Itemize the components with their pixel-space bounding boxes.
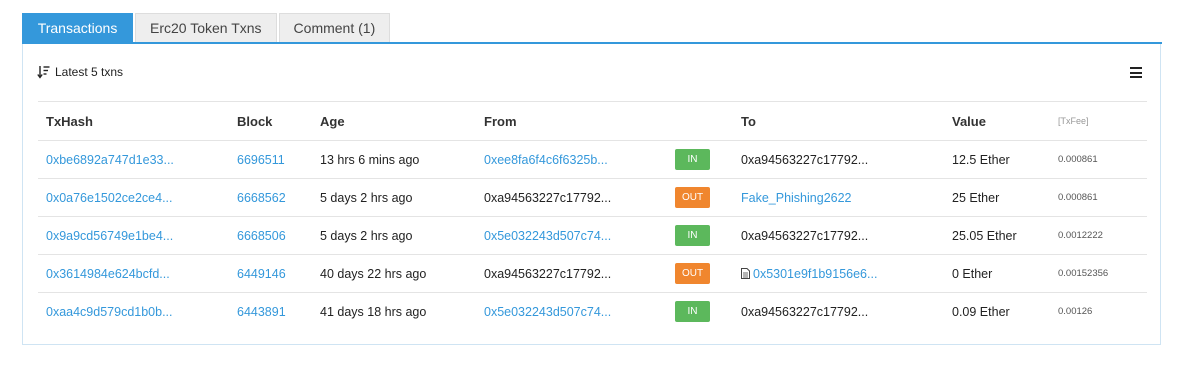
age-text: 40 days 22 hrs ago (320, 266, 427, 281)
age-text: 41 days 18 hrs ago (320, 304, 427, 319)
tab-comment[interactable]: Comment (1) (278, 13, 391, 42)
col-header-to: To (733, 101, 944, 141)
col-header-txfee: [TxFee] (1050, 101, 1147, 141)
value-text: 0.09 Ether (952, 304, 1010, 319)
contract-document-icon (741, 267, 750, 279)
direction-badge: IN (675, 149, 710, 170)
txfee-text: 0.000861 (1058, 192, 1098, 203)
col-header-direction (667, 101, 733, 141)
tab-erc20-token-txns[interactable]: Erc20 Token Txns (135, 13, 277, 42)
age-text: 13 hrs 6 mins ago (320, 152, 420, 167)
block-link[interactable]: 6449146 (237, 267, 286, 281)
block-link[interactable]: 6443891 (237, 305, 286, 319)
txhash-link[interactable]: 0x3614984e624bcfd... (46, 267, 170, 281)
block-link[interactable]: 6668562 (237, 191, 286, 205)
direction-badge: OUT (675, 187, 710, 208)
value-text: 25.05 Ether (952, 228, 1017, 243)
col-header-value: Value (944, 101, 1050, 141)
col-header-block: Block (229, 101, 312, 141)
from-address-text: 0xa94563227c17792... (484, 190, 612, 205)
to-address-text: 0xa94563227c17792... (741, 304, 869, 319)
to-address-text: 0xa94563227c17792... (741, 228, 869, 243)
txfee-text: 0.0012222 (1058, 230, 1103, 241)
txhash-link[interactable]: 0x0a76e1502ce2ce4... (46, 191, 173, 205)
to-address-link[interactable]: Fake_Phishing2622 (741, 191, 852, 205)
transactions-table: TxHash Block Age From To Value [TxFee] 0… (38, 101, 1147, 330)
age-text: 5 days 2 hrs ago (320, 190, 413, 205)
from-address-link[interactable]: 0x5e032243d507c74... (484, 229, 611, 243)
panel-toolbar: Latest 5 txns (37, 63, 1146, 83)
tab-bar: Transactions Erc20 Token Txns Comment (1… (22, 13, 392, 43)
direction-badge: IN (675, 301, 710, 322)
sort-descending-icon (37, 66, 50, 79)
tab-transactions[interactable]: Transactions (22, 13, 133, 43)
to-address-text: 0xa94563227c17792... (741, 152, 869, 167)
col-header-from: From (476, 101, 667, 141)
txfee-text: 0.000861 (1058, 154, 1098, 165)
transactions-panel: Latest 5 txns TxHash Block Age From To V… (22, 44, 1161, 345)
table-row: 0x9a9cd56749e1be4... 6668506 5 days 2 hr… (38, 216, 1147, 255)
block-link[interactable]: 6668506 (237, 229, 286, 243)
table-header-row: TxHash Block Age From To Value [TxFee] (38, 101, 1147, 141)
value-text: 25 Ether (952, 190, 1000, 205)
table-row: 0x0a76e1502ce2ce4... 6668562 5 days 2 hr… (38, 178, 1147, 217)
from-address-text: 0xa94563227c17792... (484, 266, 612, 281)
to-contract-link[interactable]: 0x5301e9f1b9156e6... (753, 267, 877, 281)
txhash-link[interactable]: 0x9a9cd56749e1be4... (46, 229, 173, 243)
txfee-text: 0.00126 (1058, 306, 1093, 317)
block-link[interactable]: 6696511 (237, 153, 285, 167)
txfee-text: 0.00152356 (1058, 268, 1109, 279)
from-address-link[interactable]: 0x5e032243d507c74... (484, 305, 611, 319)
value-text: 12.5 Ether (952, 152, 1010, 167)
txhash-link[interactable]: 0xbe6892a747d1e33... (46, 153, 174, 167)
latest-txns-label: Latest 5 txns (55, 65, 124, 79)
txhash-link[interactable]: 0xaa4c9d579cd1b0b... (46, 305, 173, 319)
hamburger-menu-icon[interactable] (1130, 67, 1142, 78)
table-row: 0x3614984e624bcfd... 6449146 40 days 22 … (38, 254, 1147, 293)
direction-badge: OUT (675, 263, 710, 284)
value-text: 0 Ether (952, 266, 993, 281)
table-row: 0xaa4c9d579cd1b0b... 6443891 41 days 18 … (38, 293, 1147, 331)
col-header-txhash: TxHash (38, 101, 229, 141)
col-header-age: Age (312, 101, 476, 141)
age-text: 5 days 2 hrs ago (320, 228, 413, 243)
from-address-link[interactable]: 0xee8fa6f4c6f6325b... (484, 153, 608, 167)
direction-badge: IN (675, 225, 710, 246)
table-row: 0xbe6892a747d1e33... 6696511 13 hrs 6 mi… (38, 140, 1147, 179)
